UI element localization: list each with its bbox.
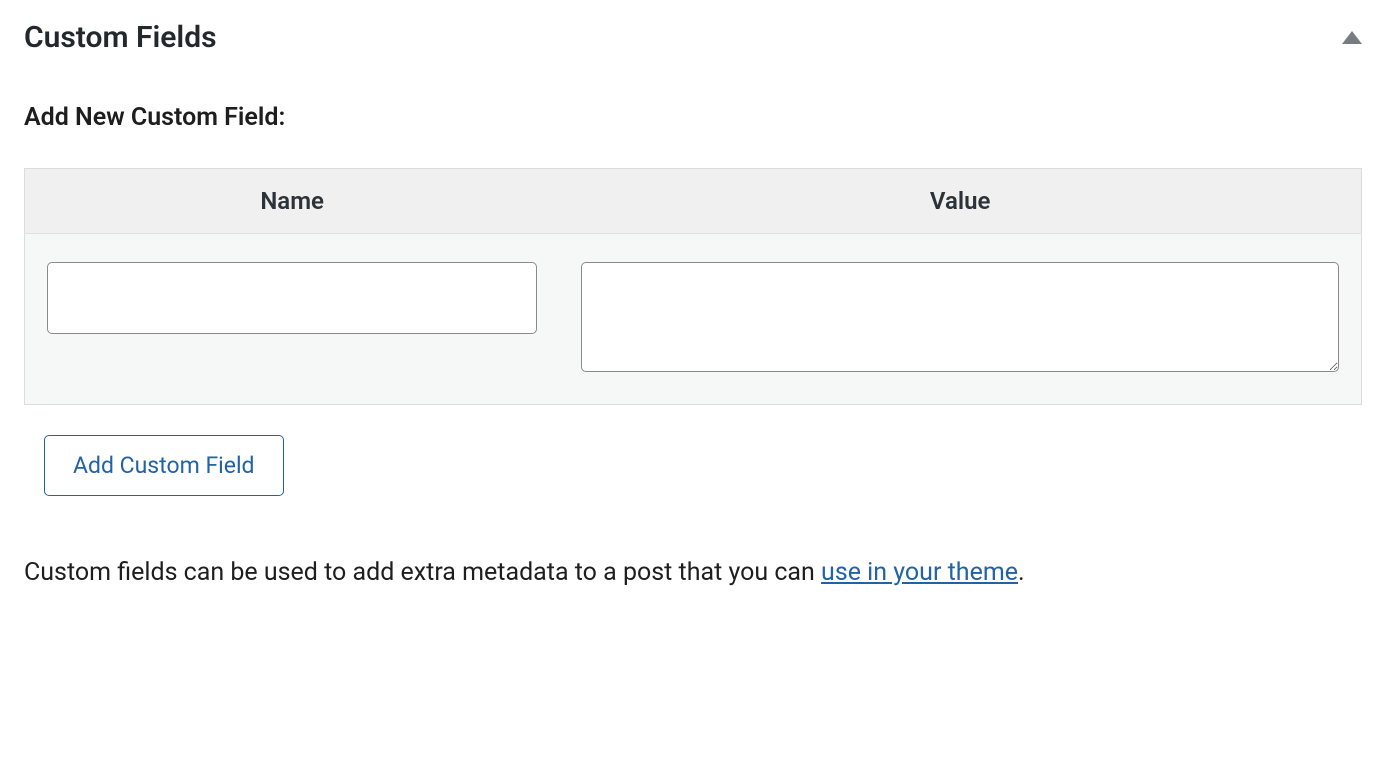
- table-header-row: Name Value: [25, 169, 1362, 234]
- description-text-after: .: [1018, 558, 1025, 587]
- description-text: Custom fields can be used to add extra m…: [24, 554, 1362, 593]
- panel-header: Custom Fields: [24, 20, 1362, 55]
- add-new-subheading: Add New Custom Field:: [24, 103, 1362, 132]
- custom-fields-table: Name Value: [24, 168, 1362, 405]
- collapse-up-icon[interactable]: [1342, 31, 1362, 44]
- column-header-name: Name: [25, 169, 560, 234]
- name-input[interactable]: [47, 262, 537, 334]
- add-custom-field-button[interactable]: Add Custom Field: [44, 435, 284, 496]
- panel-title: Custom Fields: [24, 20, 217, 55]
- column-header-value: Value: [559, 169, 1361, 234]
- value-textarea[interactable]: [581, 262, 1339, 372]
- use-in-theme-link[interactable]: use in your theme: [821, 558, 1018, 587]
- table-input-row: [25, 234, 1362, 405]
- description-text-before: Custom fields can be used to add extra m…: [24, 558, 821, 587]
